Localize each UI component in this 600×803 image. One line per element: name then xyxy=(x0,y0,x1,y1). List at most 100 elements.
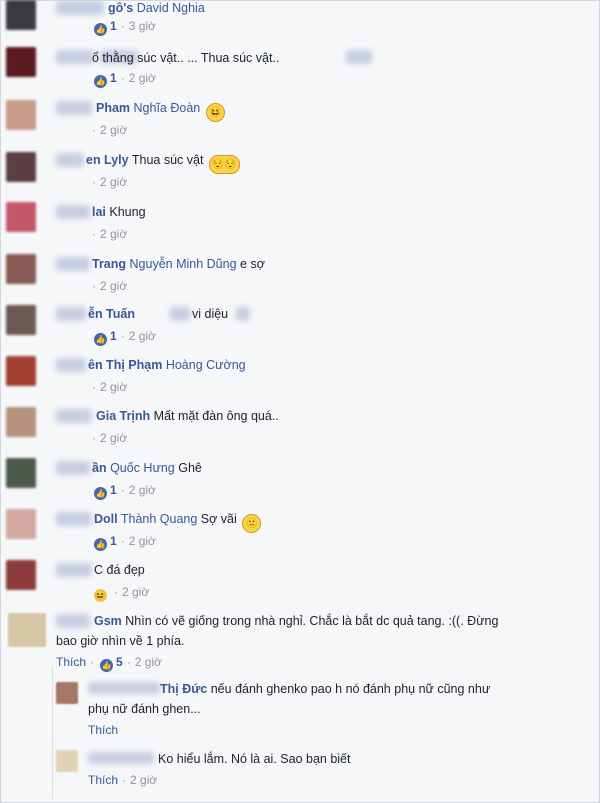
blurred-name xyxy=(56,461,90,475)
avatar[interactable] xyxy=(6,202,36,232)
tagged-user[interactable]: Nghĩa Đoàn xyxy=(134,101,201,115)
like-reaction-icon: 👍 xyxy=(100,659,114,672)
relieved-emoji-icon: 😌😌 xyxy=(208,155,240,174)
blurred-name xyxy=(56,153,84,167)
timestamp[interactable]: 2 giờ xyxy=(135,655,162,669)
timestamp[interactable]: 2 giờ xyxy=(100,227,127,241)
commenter-name[interactable]: ễn Tuấn xyxy=(88,307,135,321)
comment-item: ần Quốc Hưng Ghê 👍 1 · 2 giờ xyxy=(0,453,600,504)
commenter-name[interactable]: Pham xyxy=(96,101,130,115)
commenter-name[interactable]: ên Thị Phạm xyxy=(88,358,162,372)
blurred-name xyxy=(56,614,90,628)
blurred-name xyxy=(56,205,90,219)
timestamp[interactable]: 3 giờ xyxy=(129,19,156,33)
comment-text: Ghê xyxy=(178,461,202,475)
avatar[interactable] xyxy=(56,750,78,772)
comment-text: Thua súc vật xyxy=(131,153,204,167)
tagged-user[interactable]: Hoàng Cường xyxy=(166,358,246,372)
commenter-name[interactable]: gô's xyxy=(108,1,133,15)
frowning-emoji-icon: 🙁 xyxy=(242,514,262,533)
like-button[interactable]: Thích xyxy=(56,655,86,669)
comment-item: ổ thằng súc vật.. ... Thua súc vật.. 👍 1 ·… xyxy=(0,44,600,95)
commenter-name[interactable]: en Lyly xyxy=(86,153,129,167)
timestamp[interactable]: 2 giờ xyxy=(129,329,156,343)
featured-comment: Gsm Nhìn có vẽ giống trong nhà nghỉ. Chắ… xyxy=(0,606,600,676)
commenter-name[interactable]: Gsm xyxy=(94,614,122,628)
blurred-name xyxy=(56,257,90,271)
reaction-count[interactable]: 5 xyxy=(116,655,123,669)
reaction-count[interactable]: 1 xyxy=(110,71,117,85)
like-reaction-icon: 👍 xyxy=(94,23,107,36)
timestamp[interactable]: 2 giờ xyxy=(129,483,156,497)
timestamp[interactable]: 2 giờ xyxy=(100,123,127,137)
blurred-name xyxy=(56,358,86,372)
tagged-user[interactable]: Nguyễn Minh Dũng xyxy=(130,257,237,271)
comment-text: Nhìn có vẽ giống trong nhà nghỉ. Chắc là… xyxy=(125,614,499,628)
blurred-text xyxy=(236,307,250,321)
commenter-name[interactable]: Thị Đức xyxy=(160,682,207,696)
avatar[interactable] xyxy=(56,682,78,704)
timestamp[interactable]: 2 giờ xyxy=(130,773,157,787)
commenter-name[interactable]: Doll xyxy=(94,512,118,526)
comment-item: lai Khung · 2 giờ xyxy=(0,198,600,249)
like-button[interactable]: Thích xyxy=(88,723,118,737)
timestamp[interactable]: 2 giờ xyxy=(100,380,127,394)
comment-text: Khung xyxy=(109,205,146,219)
timestamp[interactable]: 2 giờ xyxy=(100,431,127,445)
commenter-name[interactable]: lai xyxy=(92,205,106,219)
haha-reaction-icon: 😆 xyxy=(94,589,107,602)
comment-item: Trang Nguyễn Minh Dũng e sợ · 2 giờ xyxy=(0,249,600,300)
avatar[interactable] xyxy=(6,509,36,539)
comment-text-continued: bao giờ nhìn về 1 phía. xyxy=(56,634,185,648)
commenter-name[interactable]: Trang xyxy=(92,257,126,271)
reaction-count[interactable]: 1 xyxy=(110,483,117,497)
avatar[interactable] xyxy=(6,0,36,30)
blurred-name xyxy=(88,682,160,694)
commenter-name[interactable]: ần xyxy=(92,461,107,475)
blurred-name xyxy=(56,1,104,15)
reaction-count[interactable]: 1 xyxy=(110,329,117,343)
timestamp[interactable]: 2 giờ xyxy=(100,175,127,189)
reply-item: Ko hiểu lắm. Nó là ai. Sao bạn biết Thíc… xyxy=(0,746,600,796)
reaction-count[interactable]: 1 xyxy=(110,534,117,548)
avatar[interactable] xyxy=(6,100,36,130)
blurred-name xyxy=(170,307,190,321)
avatar[interactable] xyxy=(6,47,36,77)
like-reaction-icon: 👍 xyxy=(94,487,107,500)
timestamp[interactable]: 2 giờ xyxy=(129,71,156,85)
comment-text: e sợ xyxy=(240,257,265,271)
avatar[interactable] xyxy=(6,407,36,437)
commenter-name[interactable]: Gia Trịnh xyxy=(96,409,150,423)
tagged-user[interactable]: David Nghia xyxy=(137,1,205,15)
tagged-user[interactable]: Quốc Hưng xyxy=(110,461,175,475)
avatar[interactable] xyxy=(6,560,36,590)
comment-item: gô's David Nghia 👍 1 · 3 giờ xyxy=(0,0,600,43)
blurred-name xyxy=(56,409,92,423)
avatar[interactable] xyxy=(6,356,36,386)
comment-text: ổ thằng súc vật.. ... Thua súc vật.. xyxy=(92,51,280,65)
avatar[interactable] xyxy=(8,613,46,647)
blurred-text xyxy=(346,50,372,64)
comment-item: ên Thị Phạm Hoàng Cường · 2 giờ xyxy=(0,351,600,402)
timestamp[interactable]: 2 giờ xyxy=(129,534,156,548)
timestamp[interactable]: 2 giờ xyxy=(122,585,149,599)
comment-text: Mất mặt đàn ông quá.. xyxy=(153,409,279,423)
like-reaction-icon: 👍 xyxy=(94,75,107,88)
like-button[interactable]: Thích xyxy=(88,773,118,787)
blurred-name xyxy=(56,307,86,321)
comment-text: C đá đẹp xyxy=(94,563,145,577)
comment-text-continued: phụ nữ đánh ghen... xyxy=(88,702,201,716)
avatar[interactable] xyxy=(6,254,36,284)
comment-item: Pham Nghĩa Đoàn 😆 · 2 giờ xyxy=(0,96,600,147)
avatar[interactable] xyxy=(6,152,36,182)
tagged-user[interactable]: Thành Quang xyxy=(121,512,197,526)
like-reaction-icon: 👍 xyxy=(94,538,107,551)
avatar[interactable] xyxy=(6,305,36,335)
like-reaction-icon: 👍 xyxy=(94,333,107,346)
comment-item: Doll Thành Quang Sợ vãi 🙁 👍 1 · 2 giờ xyxy=(0,504,600,555)
reaction-count[interactable]: 1 xyxy=(110,19,117,33)
reply-item: Thị Đức nếu đánh ghenko pao h nó đánh ph… xyxy=(0,676,600,740)
timestamp[interactable]: 2 giờ xyxy=(100,279,127,293)
avatar[interactable] xyxy=(6,458,36,488)
blurred-name xyxy=(56,101,92,115)
